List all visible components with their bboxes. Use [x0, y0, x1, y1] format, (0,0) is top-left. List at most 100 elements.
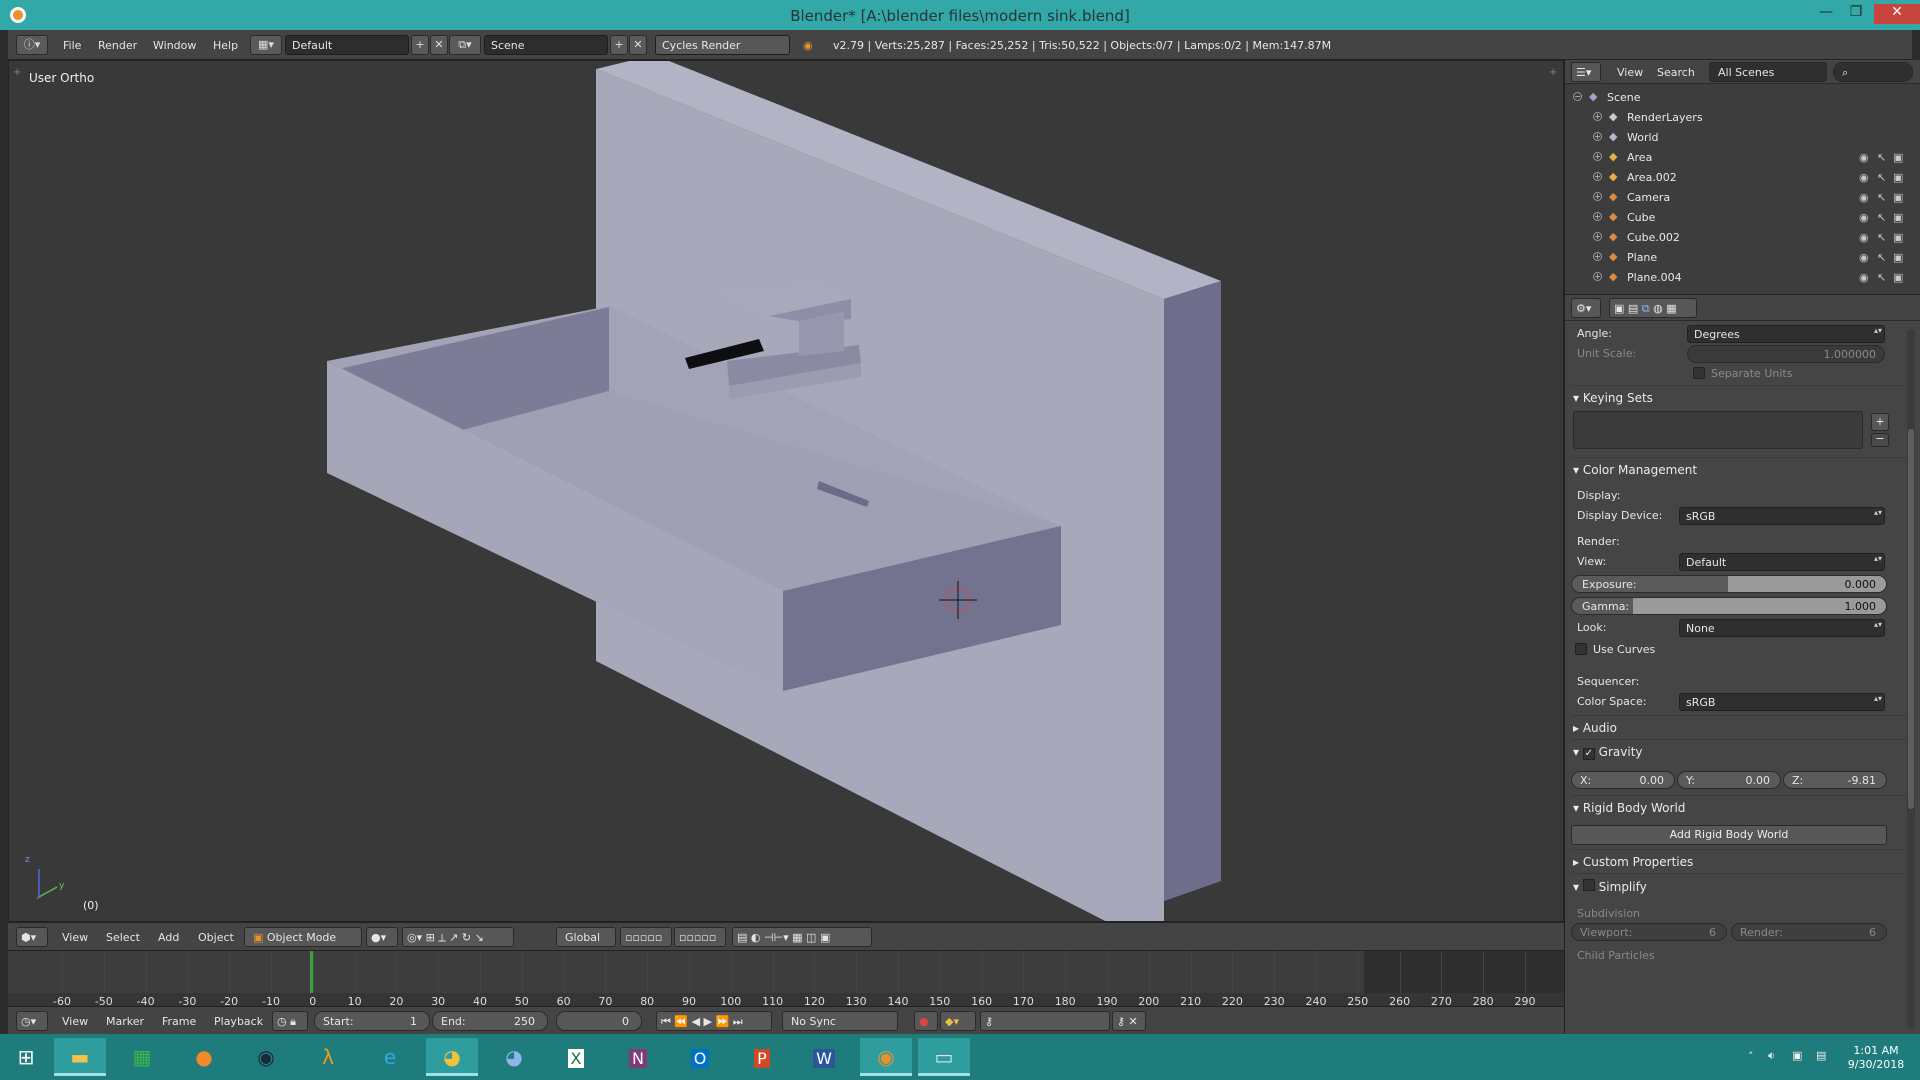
record-icon[interactable]: ● — [914, 1011, 938, 1031]
selectable-arrow-icon[interactable]: ↖ — [1877, 151, 1886, 164]
timeline[interactable]: -60 -50 -40 -30 -20 -10 0 10 20 30 40 50 60 70 80 90 100… — [8, 950, 1564, 1008]
visibility-eye-icon[interactable]: ◉ — [1859, 171, 1869, 184]
properties-editor[interactable]: ⚙▾ ▣ ▤ ⧉ ◍ ▦ Angle: Degrees Unit Scale: … — [1564, 294, 1920, 1034]
word-icon[interactable]: W — [798, 1038, 850, 1076]
volume-icon[interactable]: 🔉︎ — [1768, 1049, 1775, 1063]
render-camera-icon[interactable]: ▣ — [1893, 211, 1903, 224]
expand-toggle-icon[interactable]: + — [1593, 192, 1602, 201]
onenote-icon[interactable]: N — [612, 1038, 664, 1076]
visibility-eye-icon[interactable]: ◉ — [1859, 271, 1869, 284]
selectable-arrow-icon[interactable]: ↖ — [1877, 271, 1886, 284]
menu-help[interactable]: Help — [213, 39, 238, 52]
menu-file[interactable]: File — [63, 39, 81, 52]
toolshelf-toggle-icon[interactable]: + — [13, 67, 21, 78]
context-tabs[interactable]: ▣ ▤ ⧉ ◍ ▦ — [1609, 298, 1697, 318]
render-camera-icon[interactable]: ▣ — [1893, 271, 1903, 284]
subdivision-viewport-field[interactable]: Viewport: 6 — [1571, 923, 1727, 941]
outliner-search-menu[interactable]: Search — [1657, 66, 1695, 79]
gravity-panel[interactable]: ▾ ✓ Gravity — [1573, 745, 1643, 760]
outliner-item[interactable]: + ◆ RenderLayers — [1565, 108, 1905, 128]
object-tab-icon[interactable]: ▦ — [1666, 302, 1676, 315]
world-tab-icon[interactable]: ◍ — [1653, 302, 1663, 315]
simplify-checkbox-icon[interactable] — [1582, 879, 1595, 891]
gravity-y-field[interactable]: Y: 0.00 — [1677, 771, 1781, 789]
snapping-render-buttons[interactable]: ▤ ◐ ⊣⊢▾ ▦ ◫ ▣ — [732, 927, 872, 947]
properties-shelf-toggle-icon[interactable]: + — [1549, 67, 1557, 78]
selectable-arrow-icon[interactable]: ↖ — [1877, 191, 1886, 204]
lock-preview-icons[interactable]: ◷ 🔒︎ — [272, 1011, 308, 1031]
expand-toggle-icon[interactable]: + — [1593, 172, 1602, 181]
internet-explorer-icon[interactable]: e — [364, 1038, 416, 1076]
render-tab-icon[interactable]: ▣ — [1614, 302, 1624, 315]
menu-window[interactable]: Window — [153, 39, 196, 52]
editor-type-3d-icon[interactable]: ⬢▾ — [16, 927, 48, 947]
editor-type-info-icon[interactable]: ⓘ▾ — [16, 35, 48, 55]
chrome-icon[interactable]: ◕ — [426, 1038, 478, 1076]
outliner-item[interactable]: + ◆ Cube ◉ ↖ ▣ — [1565, 208, 1905, 228]
color-management-panel[interactable]: ▾ Color Management — [1573, 463, 1697, 477]
visibility-eye-icon[interactable]: ◉ — [1859, 231, 1869, 244]
render-camera-icon[interactable]: ▣ — [1893, 251, 1903, 264]
outliner-item[interactable]: + ◆ Plane.004 ◉ ↖ ▣ — [1565, 268, 1905, 288]
layers-tab-icon[interactable]: ▤ — [1628, 302, 1638, 315]
scene-field[interactable]: Scene — [484, 35, 608, 55]
sync-select[interactable]: No Sync — [782, 1011, 898, 1031]
render-camera-icon[interactable]: ▣ — [1893, 151, 1903, 164]
editor-type-outliner-icon[interactable]: ☰▾ — [1571, 62, 1601, 82]
visibility-eye-icon[interactable]: ◉ — [1859, 251, 1869, 264]
render-engine-select[interactable]: Cycles Render — [655, 35, 790, 55]
keying-sets-panel[interactable]: ▾ Keying Sets — [1573, 391, 1653, 405]
simplify-panel[interactable]: ▾ Simplify — [1573, 879, 1647, 894]
playback-menu[interactable]: Playback — [214, 1015, 263, 1028]
render-camera-icon[interactable]: ▣ — [1893, 191, 1903, 204]
start-button[interactable]: ⊞ — [0, 1038, 52, 1076]
start-frame-field[interactable]: Start: 1 — [314, 1011, 430, 1031]
outliner-view-menu[interactable]: View — [1617, 66, 1643, 79]
frame-menu[interactable]: Frame — [162, 1015, 196, 1028]
screen-layout-field[interactable]: Default — [285, 35, 409, 55]
keying-icon[interactable]: ◆▾ — [940, 1011, 976, 1031]
minimize-button[interactable]: — — [1812, 4, 1840, 24]
scene-tab-icon[interactable]: ⧉ — [1642, 302, 1650, 315]
viewport-shading-select[interactable]: ●▾ — [366, 927, 398, 947]
current-frame-field[interactable]: 0 — [556, 1011, 642, 1031]
view-transform-select[interactable]: Default — [1679, 553, 1885, 571]
3d-viewport[interactable]: User Ortho z y (0) + + — [8, 60, 1564, 922]
orientation-select[interactable]: Global — [556, 927, 616, 947]
visibility-eye-icon[interactable]: ◉ — [1859, 211, 1869, 224]
view-menu[interactable]: View — [62, 931, 88, 944]
powerpoint-icon[interactable]: P — [736, 1038, 788, 1076]
keying-sets-list[interactable] — [1573, 411, 1863, 449]
expand-toggle-icon[interactable]: + — [1593, 152, 1602, 161]
keyframe-insert-icons[interactable]: ⚷ ✕ — [1112, 1011, 1146, 1031]
keying-set-field[interactable]: ⚷ — [980, 1011, 1110, 1031]
file-explorer-icon[interactable]: ▬ — [54, 1038, 106, 1076]
outlook-icon[interactable]: O — [674, 1038, 726, 1076]
use-curves-checkbox[interactable] — [1575, 643, 1587, 655]
outliner-item[interactable]: + ◆ Area ◉ ↖ ▣ — [1565, 148, 1905, 168]
render-camera-icon[interactable]: ▣ — [1893, 171, 1903, 184]
separate-units-checkbox[interactable] — [1693, 367, 1705, 379]
current-frame-marker[interactable] — [310, 951, 313, 993]
add-scene-icon[interactable]: + — [610, 35, 628, 55]
menu-render[interactable]: Render — [98, 39, 137, 52]
maximize-button[interactable]: ❐ — [1842, 4, 1870, 24]
close-button[interactable]: ✕ — [1874, 4, 1920, 24]
remove-layout-icon[interactable]: ✕ — [430, 35, 448, 55]
blender-taskbar-icon[interactable]: ◉ — [860, 1038, 912, 1076]
angle-select[interactable]: Degrees — [1687, 325, 1885, 343]
add-layout-icon[interactable]: + — [411, 35, 429, 55]
gravity-x-field[interactable]: X: 0.00 — [1571, 771, 1675, 789]
sink-model[interactable] — [9, 61, 1564, 922]
editor-type-timeline-icon[interactable]: ◷▾ — [16, 1011, 48, 1031]
photos-icon[interactable]: ▭ — [918, 1038, 970, 1076]
screen-layout-icon[interactable]: ▦▾ — [250, 35, 282, 55]
unit-scale-field[interactable]: 1.000000 — [1687, 345, 1885, 363]
timeline-view-menu[interactable]: View — [62, 1015, 88, 1028]
outliner-item[interactable]: − ◆ Scene — [1565, 88, 1905, 108]
system-clock[interactable]: 1:01 AM 9/30/2018 — [1836, 1044, 1916, 1072]
display-mode-select[interactable]: All Scenes — [1709, 62, 1827, 82]
gravity-z-field[interactable]: Z: -9.81 — [1783, 771, 1887, 789]
action-center-icon[interactable]: ▤ — [1816, 1049, 1826, 1062]
subdivision-render-field[interactable]: Render: 6 — [1731, 923, 1887, 941]
